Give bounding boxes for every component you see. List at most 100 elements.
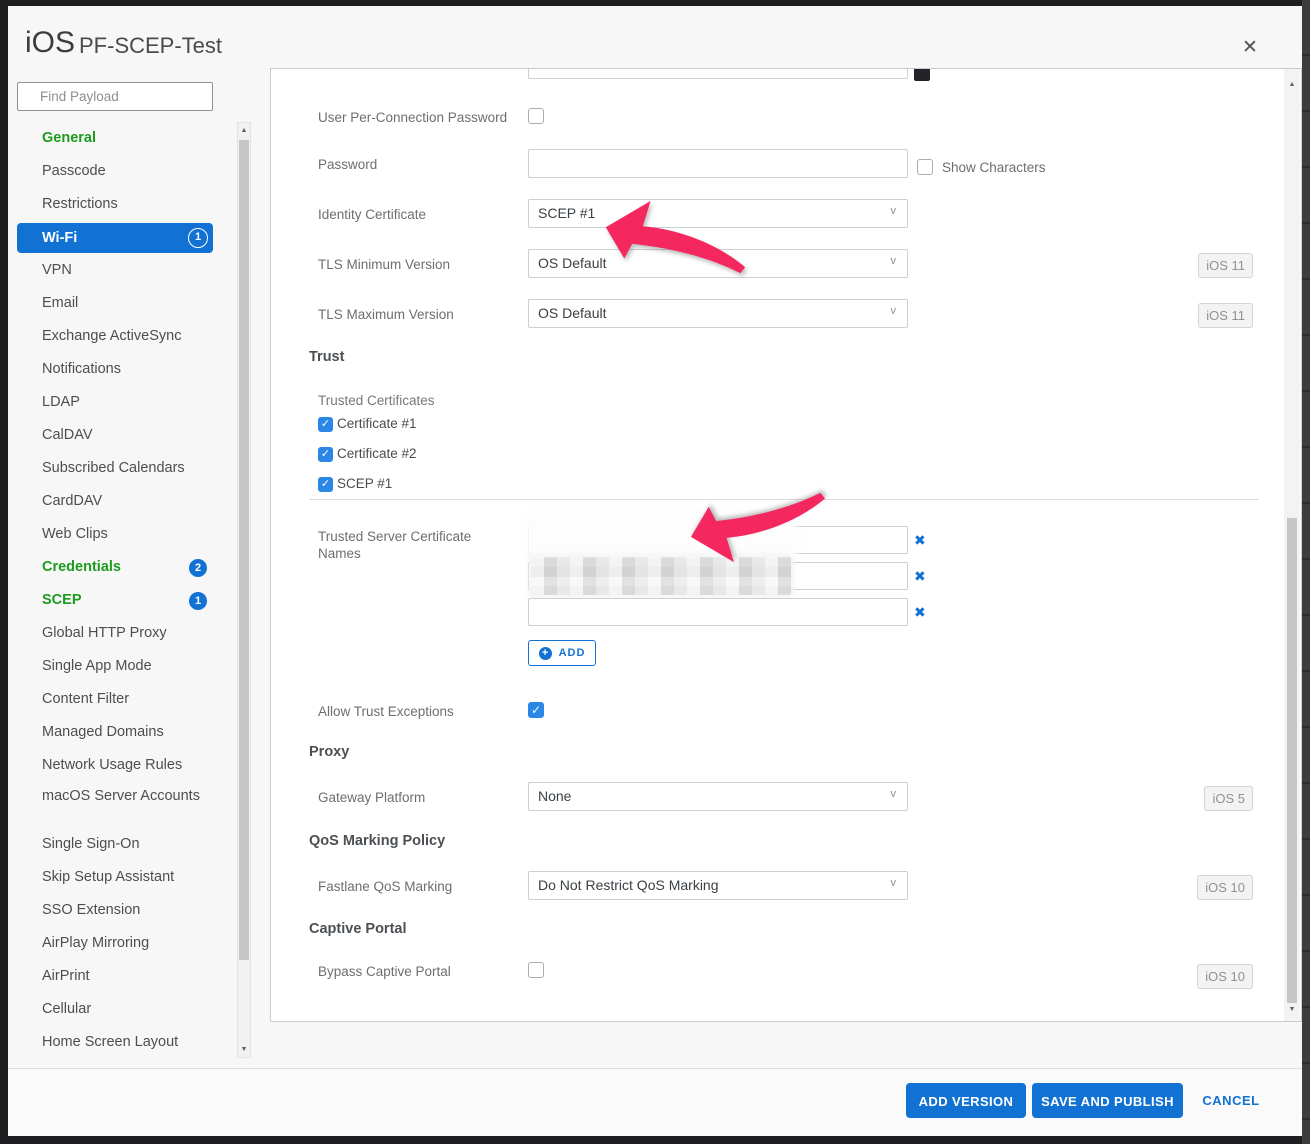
checkbox-checked[interactable]: ✓ [318, 447, 333, 462]
sidebar-item-credentials[interactable]: Credentials2 [17, 551, 213, 584]
select-gateway-platform[interactable]: None v [528, 782, 908, 811]
sidebar-item-label: Restrictions [42, 196, 118, 212]
add-version-button[interactable]: ADD VERSION [906, 1083, 1026, 1118]
sidebar-item-airprint[interactable]: AirPrint [17, 960, 213, 993]
sidebar-item-wi-fi[interactable]: Wi-Fi1 [17, 223, 213, 253]
sidebar-item-web-clips[interactable]: Web Clips [17, 518, 213, 551]
add-button[interactable]: +ADD [528, 640, 596, 666]
close-icon[interactable]: ✕ [1242, 37, 1258, 59]
sidebar-item-global-http-proxy[interactable]: Global HTTP Proxy [17, 617, 213, 650]
sidebar-item-managed-domains[interactable]: Managed Domains [17, 716, 213, 749]
sidebar-item-label: Network Usage Rules [42, 757, 182, 773]
ios-version-badge: iOS 11 [1198, 253, 1253, 278]
sidebar-item-label: CalDAV [42, 427, 93, 443]
sidebar-item-airplay-mirroring[interactable]: AirPlay Mirroring [17, 927, 213, 960]
add-button-label: ADD [559, 647, 586, 659]
save-and-publish-button[interactable]: SAVE AND PUBLISH [1032, 1083, 1183, 1118]
sidebar-item-single-sign-on[interactable]: Single Sign-On [17, 828, 213, 861]
sidebar-item-label: Home Screen Layout [42, 1034, 178, 1050]
sidebar-item-label: Managed Domains [42, 724, 164, 740]
select-tls-minimum-version[interactable]: OS Defaultv [528, 249, 908, 278]
chevron-down-icon: v [891, 305, 897, 317]
scroll-up-icon[interactable]: ▲ [238, 127, 250, 134]
scroll-up-icon[interactable]: ▲ [1284, 81, 1300, 88]
sidebar-item-notifications[interactable]: Notifications [17, 353, 213, 386]
side-checkbox-label: Show Characters [942, 160, 1046, 176]
sidebar-item-scep[interactable]: SCEP1 [17, 584, 213, 617]
search-input[interactable] [17, 82, 213, 111]
certificate-name-input[interactable] [528, 598, 908, 626]
field-label: Trusted Server Certificate Names [318, 528, 503, 562]
checkbox-checked[interactable]: ✓ [528, 702, 544, 718]
field-label: TLS Minimum Version [318, 256, 523, 273]
background-page-edge [1302, 0, 1310, 1144]
sidebar-item-network-usage-rules[interactable]: Network Usage Rules [17, 749, 213, 782]
cancel-button[interactable]: CANCEL [1196, 1083, 1266, 1118]
scroll-down-icon[interactable]: ▼ [1284, 1006, 1300, 1013]
checkbox-checked[interactable]: ✓ [318, 417, 333, 432]
scroll-down-icon[interactable]: ▼ [238, 1046, 250, 1053]
trusted-certificate-label: Certificate #1 [337, 416, 417, 432]
field-label: Gateway Platform [318, 789, 523, 806]
sidebar-item-content-filter[interactable]: Content Filter [17, 683, 213, 716]
sidebar-item-skip-setup-assistant[interactable]: Skip Setup Assistant [17, 861, 213, 894]
sidebar-item-label: Wi-Fi [42, 230, 77, 246]
sidebar-item-label: Subscribed Calendars [42, 460, 185, 476]
select-value: None [538, 783, 571, 810]
sidebar-item-single-app-mode[interactable]: Single App Mode [17, 650, 213, 683]
chevron-down-icon: v [891, 205, 897, 217]
sidebar-item-label: Web Clips [42, 526, 108, 542]
sidebar-scrollbar[interactable]: ▲ ▼ [237, 122, 251, 1058]
field-label: Fastlane QoS Marking [318, 878, 523, 895]
ios-version-badge: iOS 11 [1198, 303, 1253, 328]
section-heading: Captive Portal [309, 921, 407, 937]
section-heading: Trust [309, 349, 344, 365]
sidebar-item-subscribed-calendars[interactable]: Subscribed Calendars [17, 452, 213, 485]
select-value: SCEP #1 [538, 200, 595, 227]
select-value: OS Default [538, 300, 606, 327]
field-label: Bypass Captive Portal [318, 963, 523, 980]
select-tls-maximum-version[interactable]: OS Default v [528, 299, 908, 328]
checkbox-unchecked[interactable] [917, 159, 933, 175]
select-fastlane-qos-marking[interactable]: Do Not Restrict QoS Markingv [528, 871, 908, 900]
sidebar-item-label: Single Sign-On [42, 836, 140, 852]
cropped-top-field[interactable] [528, 68, 908, 79]
sidebar-item-exchange-activesync[interactable]: Exchange ActiveSync [17, 320, 213, 353]
sidebar-item-home-screen-layout[interactable]: Home Screen Layout [17, 1026, 213, 1059]
sidebar-item-carddav[interactable]: CardDAV [17, 485, 213, 518]
sidebar-item-label: Exchange ActiveSync [42, 328, 181, 344]
form-scrollbar-thumb[interactable] [1287, 518, 1297, 1003]
select-value: OS Default [538, 250, 606, 277]
password-input[interactable] [528, 149, 908, 178]
form-scrollbar[interactable]: ▲ ▼ [1284, 69, 1300, 1021]
platform-label: iOS [25, 26, 75, 60]
redacted-value [531, 519, 791, 557]
sidebar-item-restrictions[interactable]: Restrictions [17, 188, 213, 221]
ios-version-badge: iOS 10 [1197, 875, 1253, 900]
checkbox-checked[interactable]: ✓ [318, 477, 333, 492]
select-identity-certificate[interactable]: SCEP #1 v [528, 199, 908, 228]
sidebar-item-email[interactable]: Email [17, 287, 213, 320]
sidebar-item-passcode[interactable]: Passcode [17, 155, 213, 188]
sidebar-item-label: macOS Server Accounts [42, 788, 200, 804]
remove-icon[interactable]: ✖ [914, 605, 926, 619]
sidebar-item-vpn[interactable]: VPN [17, 254, 213, 287]
redacted-value [531, 557, 791, 595]
remove-icon[interactable]: ✖ [914, 569, 926, 583]
sidebar-item-label: Cellular [42, 1001, 91, 1017]
field-label: Allow Trust Exceptions [318, 703, 523, 720]
footer-divider [8, 1068, 1302, 1069]
remove-icon[interactable]: ✖ [914, 533, 926, 547]
sidebar-item-cellular[interactable]: Cellular [17, 993, 213, 1026]
sidebar-item-macos-server-accounts[interactable]: macOS Server Accounts [17, 782, 213, 828]
checkbox-unchecked[interactable] [528, 962, 544, 978]
sidebar-item-label: Skip Setup Assistant [42, 869, 174, 885]
sidebar-item-caldav[interactable]: CalDAV [17, 419, 213, 452]
sidebar-item-ldap[interactable]: LDAP [17, 386, 213, 419]
sidebar-item-sso-extension[interactable]: SSO Extension [17, 894, 213, 927]
chevron-down-icon: v [891, 788, 897, 800]
checkbox-unchecked[interactable] [528, 108, 544, 124]
sidebar-item-label: Global HTTP Proxy [42, 625, 167, 641]
sidebar-scrollbar-thumb[interactable] [239, 140, 249, 960]
sidebar-item-general[interactable]: General [17, 122, 213, 155]
